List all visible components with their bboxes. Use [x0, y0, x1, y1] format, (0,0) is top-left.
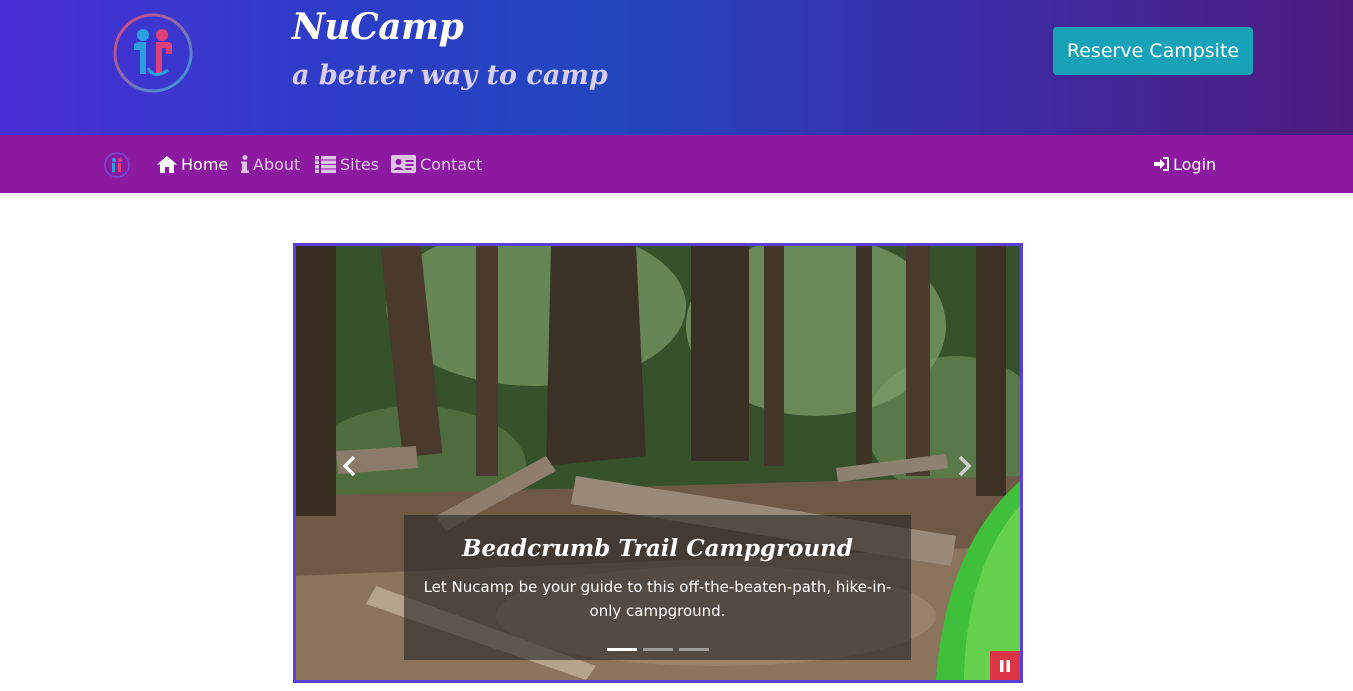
- nucamp-logo: [112, 12, 194, 94]
- nav-item-about[interactable]: About: [241, 135, 300, 193]
- nav-item-contact-label: Contact: [420, 154, 483, 174]
- brand-tagline: a better way to camp: [292, 60, 608, 91]
- sign-in-icon: [1154, 157, 1169, 171]
- login-button[interactable]: Login: [1154, 135, 1216, 193]
- nav-item-contact[interactable]: Contact: [391, 135, 482, 193]
- carousel-pause-button[interactable]: [990, 651, 1020, 680]
- reserve-campsite-button[interactable]: Reserve Campsite: [1053, 27, 1253, 75]
- nav-item-about-label: About: [253, 154, 301, 174]
- nav-item-sites-label: Sites: [340, 154, 380, 174]
- carousel-caption: Beadcrumb Trail Campground Let Nucamp be…: [404, 515, 911, 660]
- info-icon: [241, 155, 249, 173]
- navbar-logo[interactable]: [104, 152, 130, 178]
- nav-item-sites[interactable]: Sites: [315, 135, 379, 193]
- home-icon: [157, 155, 177, 173]
- pause-icon: [1000, 659, 1010, 672]
- caption-text: Let Nucamp be your guide to this off-the…: [423, 578, 892, 620]
- campground-carousel[interactable]: Beadcrumb Trail Campground Let Nucamp be…: [293, 243, 1023, 683]
- carousel-next-button[interactable]: [944, 446, 984, 486]
- chevron-left-icon: [342, 456, 356, 476]
- carousel-indicator[interactable]: [679, 648, 709, 651]
- caption-title: Beadcrumb Trail Campground: [462, 535, 853, 562]
- nav-item-home[interactable]: Home: [157, 135, 228, 193]
- address-card-icon: [391, 155, 416, 173]
- carousel-indicator[interactable]: [643, 648, 673, 651]
- chevron-right-icon: [958, 456, 972, 476]
- navbar: Home About Sites Contact Login: [0, 135, 1353, 193]
- login-label: Login: [1173, 154, 1217, 174]
- nav-item-home-label: Home: [181, 154, 229, 174]
- header-jumbotron: NuCamp a better way to camp Reserve Camp…: [0, 0, 1353, 135]
- carousel-prev-button[interactable]: [330, 446, 370, 486]
- carousel-indicator[interactable]: [607, 648, 637, 651]
- list-icon: [315, 155, 336, 173]
- brand-title: NuCamp: [292, 6, 464, 48]
